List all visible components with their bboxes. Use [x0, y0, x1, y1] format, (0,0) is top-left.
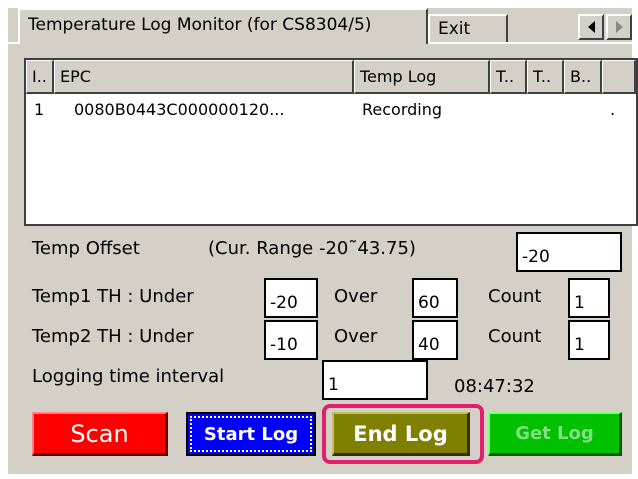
list-header: I.. EPC Temp Log T.. T.. B..	[26, 60, 636, 94]
temp2-count-label: Count	[488, 326, 542, 347]
column-header-temp-log[interactable]: Temp Log	[354, 60, 490, 94]
temp-offset-label: Temp Offset	[32, 238, 140, 259]
row-index: 1	[34, 100, 45, 119]
get-log-button[interactable]: Get Log	[488, 412, 622, 456]
tab-scroll-arrows	[578, 14, 634, 42]
temp2-under-label: Temp2 TH : Under	[32, 326, 194, 347]
logging-interval-label: Logging time interval	[32, 366, 225, 387]
row-epc: 0080B0443C000000120...	[74, 100, 285, 119]
end-log-highlight	[322, 404, 484, 464]
logging-interval-input[interactable]: 1	[322, 360, 428, 400]
tab-temperature-log-monitor[interactable]: Temperature Log Monitor (for CS8304/5)	[18, 8, 428, 44]
tab-exit[interactable]: Exit	[428, 14, 508, 42]
temp-offset-input[interactable]: -20	[516, 232, 622, 272]
column-header-b[interactable]: B..	[564, 60, 602, 94]
chevron-left-icon[interactable]	[578, 14, 604, 40]
temp1-over-input[interactable]: 60	[412, 278, 458, 318]
row-temp-log: Recording	[362, 100, 443, 119]
temp1-count-label: Count	[488, 286, 542, 307]
row-b: .	[610, 100, 616, 119]
temp2-count-input[interactable]: 1	[568, 320, 610, 360]
column-header-epc[interactable]: EPC	[54, 60, 354, 94]
clock-label: 08:47:32	[454, 376, 535, 397]
temp1-over-label: Over	[334, 286, 378, 307]
temp2-over-label: Over	[334, 326, 378, 347]
tag-list[interactable]: I.. EPC Temp Log T.. T.. B.. 1 0080B0443…	[24, 58, 638, 226]
temp1-count-input[interactable]: 1	[568, 278, 610, 318]
start-log-button[interactable]: Start Log	[186, 412, 316, 456]
temp1-under-input[interactable]: -20	[264, 278, 318, 318]
chevron-right-icon[interactable]	[606, 14, 632, 40]
temp1-under-label: Temp1 TH : Under	[32, 286, 194, 307]
column-header-index[interactable]: I..	[26, 60, 54, 94]
temp-offset-range-label: (Cur. Range -20˜43.75)	[208, 238, 416, 259]
column-header-t2[interactable]: T..	[527, 60, 564, 94]
temp2-under-input[interactable]: -10	[264, 320, 318, 360]
temp2-over-input[interactable]: 40	[412, 320, 458, 360]
column-header-extra[interactable]	[602, 60, 636, 94]
scan-button[interactable]: Scan	[32, 412, 168, 456]
table-row[interactable]: 1 0080B0443C000000120... Recording .	[26, 96, 636, 124]
column-header-t1[interactable]: T..	[490, 60, 527, 94]
